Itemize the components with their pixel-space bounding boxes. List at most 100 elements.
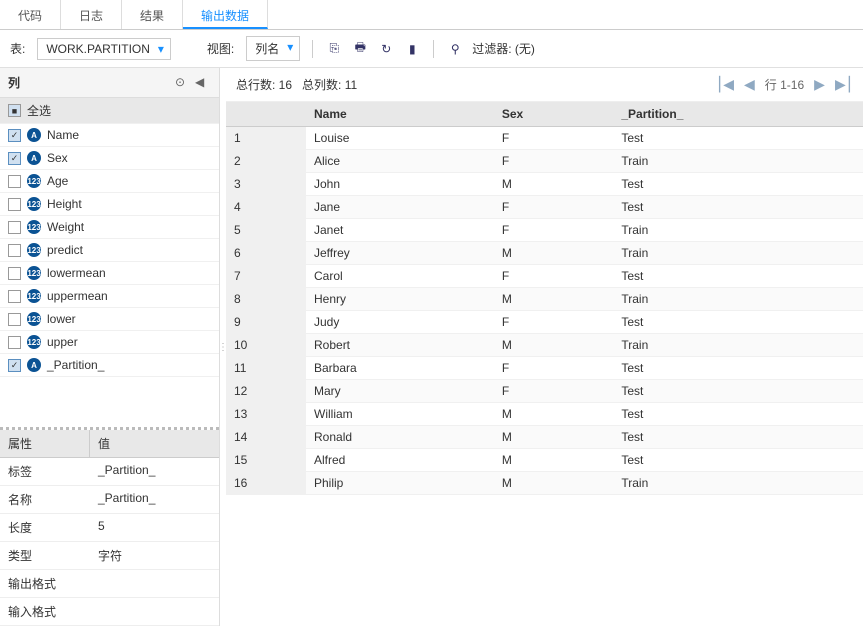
column-item[interactable]: ✓A_Partition_ [0,354,219,377]
prop-val [90,570,106,597]
column-name: lower [47,312,211,326]
column-item[interactable]: ✓ASex [0,147,219,170]
table-cell: Train [613,288,863,311]
column-checkbox[interactable] [8,267,21,280]
first-page-icon[interactable]: ⎮◀ [716,76,734,93]
table-cell: M [494,472,614,495]
table-row[interactable]: 9JudyFTest [226,311,863,334]
prop-key: 长度 [0,514,90,541]
table-cell: 2 [226,150,306,173]
separator [312,40,313,58]
table-cell: F [494,196,614,219]
table-row[interactable]: 3JohnMTest [226,173,863,196]
filter-icon[interactable]: ⚲ [446,40,464,58]
type-icon: 123 [27,335,41,349]
table-header[interactable]: _Partition_ [613,102,863,127]
table-wrap: NameSex_Partition_ 1LouiseFTest2AliceFTr… [226,102,863,626]
column-item[interactable]: 123lower [0,308,219,331]
table-row[interactable]: 6JeffreyMTrain [226,242,863,265]
table-header[interactable] [226,102,306,127]
table-row[interactable]: 11BarbaraFTest [226,357,863,380]
table-cell: Test [613,357,863,380]
prev-page-icon[interactable]: ◀ [744,76,755,93]
view-select[interactable]: 列名 [246,36,300,61]
collapse-icon[interactable]: ◀ [195,75,211,91]
table-row[interactable]: 7CarolFTest [226,265,863,288]
table-header[interactable]: Name [306,102,494,127]
table-row[interactable]: 14RonaldMTest [226,426,863,449]
table-row[interactable]: 2AliceFTrain [226,150,863,173]
table-row[interactable]: 4JaneFTest [226,196,863,219]
table-row[interactable]: 10RobertMTrain [226,334,863,357]
tab-code[interactable]: 代码 [0,0,61,29]
column-checkbox[interactable]: ✓ [8,359,21,372]
select-all-checkbox[interactable]: ■ [8,104,21,117]
tab-output[interactable]: 输出数据 [183,0,268,29]
table-cell: Train [613,334,863,357]
table-select[interactable]: WORK.PARTITION [37,38,171,60]
print-icon[interactable]: 🖶 [351,40,369,58]
column-item[interactable]: 123predict [0,239,219,262]
column-item[interactable]: 123upper [0,331,219,354]
stats-left: 总行数: 16 总列数: 11 [236,76,716,93]
table-row[interactable]: 12MaryFTest [226,380,863,403]
table-cell: M [494,334,614,357]
props-header-attr: 属性 [0,430,90,457]
prop-val: 5 [90,514,113,541]
data-table: NameSex_Partition_ 1LouiseFTest2AliceFTr… [226,102,863,495]
export-icon[interactable]: ⎘ [325,40,343,58]
column-item[interactable]: 123lowermean [0,262,219,285]
column-name: Sex [47,151,211,165]
table-cell: 15 [226,449,306,472]
table-cell: M [494,449,614,472]
table-header[interactable]: Sex [494,102,614,127]
table-cell: 11 [226,357,306,380]
column-item[interactable]: 123Age [0,170,219,193]
table-cell: F [494,127,614,150]
table-row[interactable]: 13WilliamMTest [226,403,863,426]
column-checkbox[interactable] [8,336,21,349]
tab-results[interactable]: 结果 [122,0,183,29]
column-checkbox[interactable] [8,313,21,326]
table-row[interactable]: 8HenryMTrain [226,288,863,311]
column-item[interactable]: ✓AName [0,124,219,147]
column-checkbox[interactable]: ✓ [8,152,21,165]
column-checkbox[interactable] [8,198,21,211]
table-cell: 5 [226,219,306,242]
table-cell: Barbara [306,357,494,380]
select-all-row[interactable]: ■ 全选 [0,98,219,124]
column-item[interactable]: 123Height [0,193,219,216]
column-checkbox[interactable] [8,244,21,257]
type-icon: 123 [27,243,41,257]
type-icon: 123 [27,174,41,188]
refresh-icon[interactable]: ↻ [377,40,395,58]
table-cell: Alfred [306,449,494,472]
column-checkbox[interactable]: ✓ [8,129,21,142]
table-cell: M [494,173,614,196]
table-label: 表: [10,40,25,57]
prop-key: 名称 [0,486,90,513]
column-item[interactable]: 123Weight [0,216,219,239]
prop-key: 输出格式 [0,570,90,597]
column-checkbox[interactable] [8,221,21,234]
columns-icon[interactable]: ▮ [403,40,421,58]
table-row[interactable]: 1LouiseFTest [226,127,863,150]
last-page-icon[interactable]: ▶⎮ [835,76,853,93]
total-rows: 总行数: 16 [236,78,292,92]
table-row[interactable]: 15AlfredMTest [226,449,863,472]
column-checkbox[interactable] [8,290,21,303]
table-row[interactable]: 16PhilipMTrain [226,472,863,495]
type-icon: A [27,358,41,372]
table-row[interactable]: 5JanetFTrain [226,219,863,242]
column-name: Height [47,197,211,211]
column-checkbox[interactable] [8,175,21,188]
type-icon: 123 [27,220,41,234]
column-item[interactable]: 123uppermean [0,285,219,308]
view-label: 视图: [207,40,234,57]
next-page-icon[interactable]: ▶ [814,76,825,93]
props-header: 属性 值 [0,430,219,458]
tab-bar: 代码 日志 结果 输出数据 [0,0,863,30]
table-cell: Mary [306,380,494,403]
tab-log[interactable]: 日志 [61,0,122,29]
options-icon[interactable]: ⊙ [175,75,191,91]
